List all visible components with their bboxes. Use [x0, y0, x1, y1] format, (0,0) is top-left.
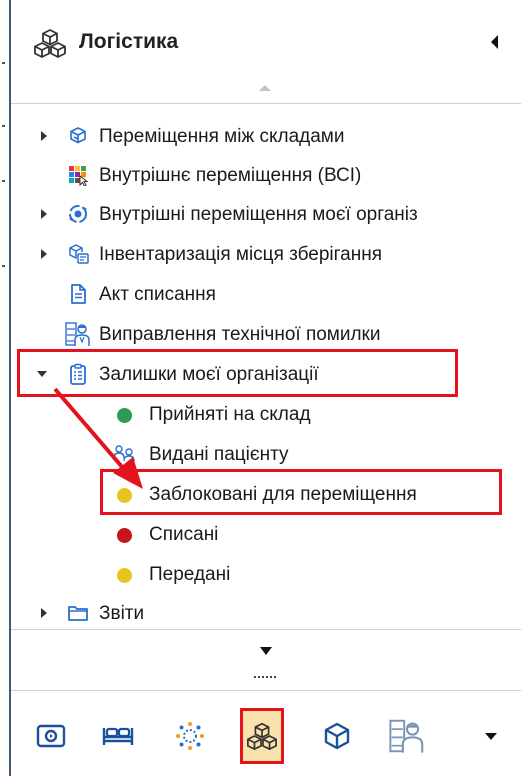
technician-icon: [65, 322, 90, 346]
expand-arrow-icon[interactable]: [37, 606, 51, 620]
yellow-status-dot-icon: [117, 568, 132, 583]
folder-camera-icon: [36, 724, 66, 748]
toolbar-button-logistics[interactable]: [240, 708, 284, 764]
tree-item-label: Внутрішні переміщення моєї організ: [99, 204, 418, 225]
separator: [11, 103, 521, 104]
tree-item-label: Виправлення технічної помилки: [99, 324, 381, 345]
tree-item-reports[interactable]: Звіти: [11, 594, 521, 632]
tree-item-label: Внутрішнє переміщення (ВСІ): [99, 165, 362, 186]
tree-item-label: Звіти: [99, 603, 145, 624]
annotation-arrow-icon: [53, 387, 143, 489]
tree-item-label: Списані: [149, 524, 219, 545]
tree-item-transferred[interactable]: Передані: [11, 555, 521, 593]
panel-header: Логістика: [11, 0, 521, 74]
toolbar-more-button[interactable]: [469, 708, 513, 764]
circular-arrows-icon: [69, 205, 87, 223]
toolbar-button-cube[interactable]: [315, 708, 359, 764]
expand-arrow-icon[interactable]: [37, 247, 51, 261]
inventory-icon: [69, 244, 89, 264]
tree-item-internal-transfer-vsi[interactable]: Внутрішнє переміщення (ВСІ): [11, 156, 521, 194]
cubes-icon: [34, 29, 66, 58]
toolbar-button-beds[interactable]: [96, 708, 140, 764]
window-left-border: [0, 0, 11, 776]
document-icon: [71, 284, 86, 304]
caret-down-icon: [485, 733, 497, 740]
cubes-transfer-icon: [70, 127, 86, 144]
highlight-box-blocked: [100, 469, 502, 515]
toolbar-button-technician[interactable]: [385, 708, 429, 764]
color-grid-icon: [69, 166, 89, 186]
tree-item-label: Переміщення між складами: [99, 126, 345, 147]
expand-arrow-icon[interactable]: [37, 207, 51, 221]
tree-item-label: Передані: [149, 564, 231, 585]
scroll-down-arrow-icon[interactable]: [258, 645, 274, 657]
tree-item-label: Видані пацієнту: [149, 444, 289, 465]
tree-item-technical-error-correction[interactable]: Виправлення технічної помилки: [11, 315, 521, 353]
caret-left-icon[interactable]: [487, 31, 503, 53]
tree-item-internal-transfers-my-org[interactable]: Внутрішні переміщення моєї організ: [11, 195, 521, 233]
separator: [11, 629, 521, 630]
technician-icon: [389, 719, 424, 753]
module-toolbar: [11, 698, 521, 776]
toolbar-button-camera-folder[interactable]: [29, 708, 73, 764]
tree-item-written-off[interactable]: Списані: [11, 515, 521, 553]
bed-icon: [102, 727, 134, 745]
tree-item-transfers-between-warehouses[interactable]: Переміщення між складами: [11, 117, 521, 155]
navigation-panel: Логістика Переміщення між складами Внутр…: [11, 0, 521, 776]
panel-title: Логістика: [79, 30, 179, 53]
separator: [11, 690, 521, 691]
tree-item-label: Прийняті на склад: [149, 404, 311, 425]
expand-arrow-icon[interactable]: [37, 129, 51, 143]
red-status-dot-icon: [117, 528, 132, 543]
virus-icon: [176, 722, 204, 750]
splitter-grip[interactable]: [254, 675, 276, 679]
scroll-up-arrow-icon[interactable]: [252, 80, 278, 96]
tree-item-label: Акт списання: [99, 284, 216, 305]
tree-item-write-off-act[interactable]: Акт списання: [11, 275, 521, 313]
toolbar-button-virus[interactable]: [168, 708, 212, 764]
tree-item-label: Інвентаризація місця зберігання: [99, 244, 383, 265]
folder-icon: [68, 606, 88, 621]
tree-item-storage-inventory[interactable]: Інвентаризація місця зберігання: [11, 235, 521, 273]
cubes-icon: [247, 722, 277, 751]
cube-icon: [324, 722, 350, 750]
